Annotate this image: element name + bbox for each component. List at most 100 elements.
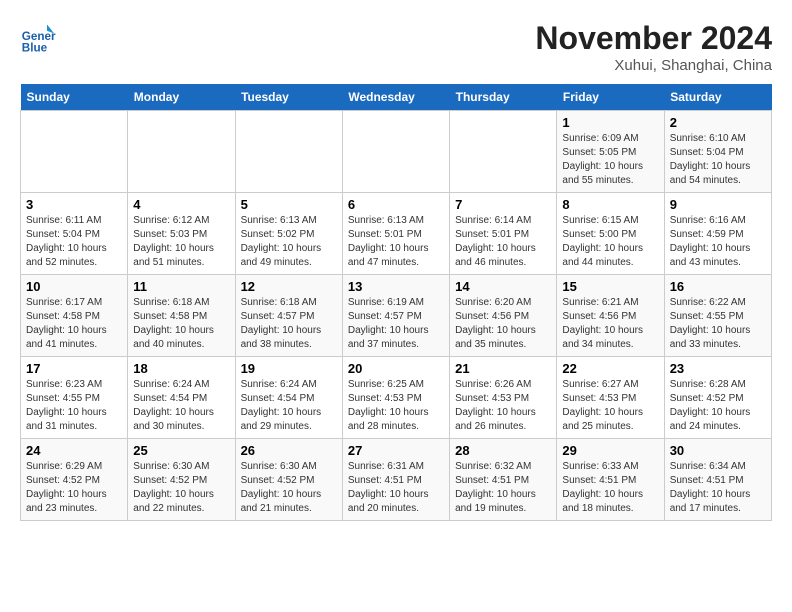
calendar-cell: 12Sunrise: 6:18 AMSunset: 4:57 PMDayligh…: [235, 275, 342, 357]
weekday-header: Sunday: [21, 84, 128, 111]
calendar-cell: 13Sunrise: 6:19 AMSunset: 4:57 PMDayligh…: [342, 275, 449, 357]
day-info: Sunrise: 6:24 AMSunset: 4:54 PMDaylight:…: [241, 378, 337, 434]
day-number: 11: [133, 279, 229, 294]
weekday-header: Wednesday: [342, 84, 449, 111]
day-info: Sunrise: 6:28 AMSunset: 4:52 PMDaylight:…: [670, 378, 766, 434]
calendar-week-row: 1 Sunrise: 6:09 AMSunset: 5:05 PMDaylight…: [21, 111, 772, 193]
day-number: 15: [562, 279, 658, 294]
day-number: 25: [133, 443, 229, 458]
day-info: Sunrise: 6:13 AMSunset: 5:02 PMDaylight:…: [241, 214, 337, 270]
day-info: Sunrise: 6:13 AMSunset: 5:01 PMDaylight:…: [348, 214, 444, 270]
calendar-cell: 23Sunrise: 6:28 AMSunset: 4:52 PMDayligh…: [664, 357, 771, 439]
day-number: 9: [670, 197, 766, 212]
day-info: Sunrise: 6:27 AMSunset: 4:53 PMDaylight:…: [562, 378, 658, 434]
calendar-cell: 19 Sunrise: 6:24 AMSunset: 4:54 PMDayligh…: [235, 357, 342, 439]
day-number: 13: [348, 279, 444, 294]
calendar-cell: 1 Sunrise: 6:09 AMSunset: 5:05 PMDaylight…: [557, 111, 664, 193]
calendar-cell: 26 Sunrise: 6:30 AMSunset: 4:52 PMDayligh…: [235, 439, 342, 521]
day-info: Sunrise: 6:29 AMSunset: 4:52 PMDaylight:…: [26, 460, 122, 516]
day-info: Sunrise: 6:16 AMSunset: 4:59 PMDaylight:…: [670, 214, 766, 270]
calendar-cell: 25 Sunrise: 6:30 AMSunset: 4:52 PMDayligh…: [128, 439, 235, 521]
day-info: Sunrise: 6:18 AMSunset: 4:57 PMDaylight:…: [241, 296, 337, 352]
calendar-cell: 3Sunrise: 6:11 AMSunset: 5:04 PMDaylight…: [21, 193, 128, 275]
calendar-cell: 10Sunrise: 6:17 AMSunset: 4:58 PMDayligh…: [21, 275, 128, 357]
calendar-cell: 11 Sunrise: 6:18 AMSunset: 4:58 PMDayligh…: [128, 275, 235, 357]
page-header: General Blue November 2024 Xuhui, Shangh…: [20, 20, 772, 74]
calendar-header: SundayMondayTuesdayWednesdayThursdayFrid…: [21, 84, 772, 111]
calendar-cell: 16 Sunrise: 6:22 AMSunset: 4:55 PMDayligh…: [664, 275, 771, 357]
day-info: Sunrise: 6:22 AMSunset: 4:55 PMDaylight:…: [670, 296, 766, 352]
logo-icon: General Blue: [20, 20, 56, 56]
day-number: 19: [241, 361, 337, 376]
day-number: 27: [348, 443, 444, 458]
day-number: 16: [670, 279, 766, 294]
day-number: 29: [562, 443, 658, 458]
location: Xuhui, Shanghai, China: [535, 57, 772, 74]
calendar-body: 1 Sunrise: 6:09 AMSunset: 5:05 PMDaylight…: [21, 111, 772, 521]
calendar-cell: 7 Sunrise: 6:14 AMSunset: 5:01 PMDaylight…: [450, 193, 557, 275]
weekday-header: Friday: [557, 84, 664, 111]
calendar-cell: 9 Sunrise: 6:16 AMSunset: 4:59 PMDaylight…: [664, 193, 771, 275]
calendar-cell: 22 Sunrise: 6:27 AMSunset: 4:53 PMDayligh…: [557, 357, 664, 439]
day-info: Sunrise: 6:34 AMSunset: 4:51 PMDaylight:…: [670, 460, 766, 516]
day-number: 17: [26, 361, 122, 376]
weekday-header: Monday: [128, 84, 235, 111]
day-info: Sunrise: 6:21 AMSunset: 4:56 PMDaylight:…: [562, 296, 658, 352]
calendar-cell: 5 Sunrise: 6:13 AMSunset: 5:02 PMDaylight…: [235, 193, 342, 275]
day-info: Sunrise: 6:26 AMSunset: 4:53 PMDaylight:…: [455, 378, 551, 434]
calendar-cell: 21 Sunrise: 6:26 AMSunset: 4:53 PMDayligh…: [450, 357, 557, 439]
day-info: Sunrise: 6:25 AMSunset: 4:53 PMDaylight:…: [348, 378, 444, 434]
calendar-cell: [342, 111, 449, 193]
calendar-cell: 30Sunrise: 6:34 AMSunset: 4:51 PMDayligh…: [664, 439, 771, 521]
calendar-cell: 4Sunrise: 6:12 AMSunset: 5:03 PMDaylight…: [128, 193, 235, 275]
day-number: 3: [26, 197, 122, 212]
day-info: Sunrise: 6:32 AMSunset: 4:51 PMDaylight:…: [455, 460, 551, 516]
day-info: Sunrise: 6:24 AMSunset: 4:54 PMDaylight:…: [133, 378, 229, 434]
day-number: 1: [562, 115, 658, 130]
day-number: 2: [670, 115, 766, 130]
day-info: Sunrise: 6:10 AMSunset: 5:04 PMDaylight:…: [670, 132, 766, 188]
day-number: 28: [455, 443, 551, 458]
header-row: SundayMondayTuesdayWednesdayThursdayFrid…: [21, 84, 772, 111]
day-number: 20: [348, 361, 444, 376]
calendar-week-row: 3Sunrise: 6:11 AMSunset: 5:04 PMDaylight…: [21, 193, 772, 275]
calendar-cell: [21, 111, 128, 193]
calendar-cell: 18 Sunrise: 6:24 AMSunset: 4:54 PMDayligh…: [128, 357, 235, 439]
day-number: 18: [133, 361, 229, 376]
month-title: November 2024: [535, 20, 772, 57]
day-info: Sunrise: 6:14 AMSunset: 5:01 PMDaylight:…: [455, 214, 551, 270]
calendar-cell: 24 Sunrise: 6:29 AMSunset: 4:52 PMDayligh…: [21, 439, 128, 521]
day-info: Sunrise: 6:30 AMSunset: 4:52 PMDaylight:…: [133, 460, 229, 516]
calendar-cell: 17 Sunrise: 6:23 AMSunset: 4:55 PMDayligh…: [21, 357, 128, 439]
day-info: Sunrise: 6:18 AMSunset: 4:58 PMDaylight:…: [133, 296, 229, 352]
day-info: Sunrise: 6:12 AMSunset: 5:03 PMDaylight:…: [133, 214, 229, 270]
day-number: 5: [241, 197, 337, 212]
day-number: 7: [455, 197, 551, 212]
day-number: 22: [562, 361, 658, 376]
calendar-cell: [235, 111, 342, 193]
day-info: Sunrise: 6:31 AMSunset: 4:51 PMDaylight:…: [348, 460, 444, 516]
svg-text:Blue: Blue: [22, 42, 48, 55]
day-info: Sunrise: 6:23 AMSunset: 4:55 PMDaylight:…: [26, 378, 122, 434]
calendar-cell: [450, 111, 557, 193]
day-info: Sunrise: 6:09 AMSunset: 5:05 PMDaylight:…: [562, 132, 658, 188]
day-number: 26: [241, 443, 337, 458]
day-number: 6: [348, 197, 444, 212]
logo: General Blue: [20, 20, 56, 56]
day-info: Sunrise: 6:33 AMSunset: 4:51 PMDaylight:…: [562, 460, 658, 516]
calendar-cell: 2 Sunrise: 6:10 AMSunset: 5:04 PMDaylight…: [664, 111, 771, 193]
day-number: 24: [26, 443, 122, 458]
calendar-cell: 20 Sunrise: 6:25 AMSunset: 4:53 PMDayligh…: [342, 357, 449, 439]
day-number: 14: [455, 279, 551, 294]
calendar-table: SundayMondayTuesdayWednesdayThursdayFrid…: [20, 84, 772, 521]
weekday-header: Tuesday: [235, 84, 342, 111]
calendar-cell: 14Sunrise: 6:20 AMSunset: 4:56 PMDayligh…: [450, 275, 557, 357]
calendar-week-row: 10Sunrise: 6:17 AMSunset: 4:58 PMDayligh…: [21, 275, 772, 357]
calendar-cell: 27 Sunrise: 6:31 AMSunset: 4:51 PMDayligh…: [342, 439, 449, 521]
day-number: 8: [562, 197, 658, 212]
day-info: Sunrise: 6:30 AMSunset: 4:52 PMDaylight:…: [241, 460, 337, 516]
calendar-cell: [128, 111, 235, 193]
day-number: 21: [455, 361, 551, 376]
calendar-cell: 15 Sunrise: 6:21 AMSunset: 4:56 PMDayligh…: [557, 275, 664, 357]
weekday-header: Thursday: [450, 84, 557, 111]
